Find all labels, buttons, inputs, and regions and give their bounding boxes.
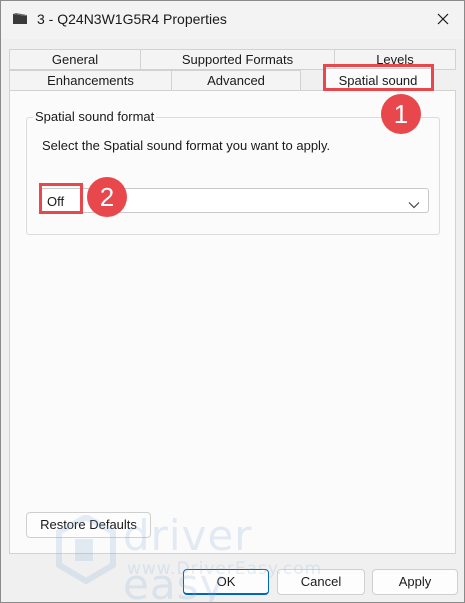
group-label: Spatial sound format: [33, 109, 157, 124]
tab-general[interactable]: General: [9, 49, 141, 70]
window-title: 3 - Q24N3W1G5R4 Properties: [37, 11, 227, 27]
close-button[interactable]: [429, 9, 457, 31]
apply-button[interactable]: Apply: [372, 569, 458, 595]
properties-dialog: 3 - Q24N3W1G5R4 Properties General Suppo…: [0, 0, 465, 603]
group-description: Select the Spatial sound format you want…: [42, 138, 331, 153]
tab-supported-formats[interactable]: Supported Formats: [140, 49, 335, 70]
tab-panel-spatial-sound: Spatial sound format Select the Spatial …: [9, 90, 456, 554]
speaker-device-icon: [12, 12, 28, 26]
title-bar: 3 - Q24N3W1G5R4 Properties: [1, 1, 464, 39]
tab-enhancements[interactable]: Enhancements: [9, 70, 172, 91]
spatial-sound-format-group: Spatial sound format Select the Spatial …: [26, 109, 440, 235]
tab-advanced[interactable]: Advanced: [171, 70, 301, 91]
step1-highlight-box: [323, 64, 434, 91]
step2-highlight-box: [39, 183, 83, 214]
chevron-down-icon: [408, 197, 420, 209]
step1-marker: 1: [381, 94, 421, 134]
close-icon: [436, 12, 450, 29]
ok-button[interactable]: OK: [183, 569, 269, 595]
restore-defaults-button[interactable]: Restore Defaults: [26, 512, 151, 538]
step2-marker: 2: [87, 177, 127, 217]
cancel-button[interactable]: Cancel: [277, 569, 365, 595]
